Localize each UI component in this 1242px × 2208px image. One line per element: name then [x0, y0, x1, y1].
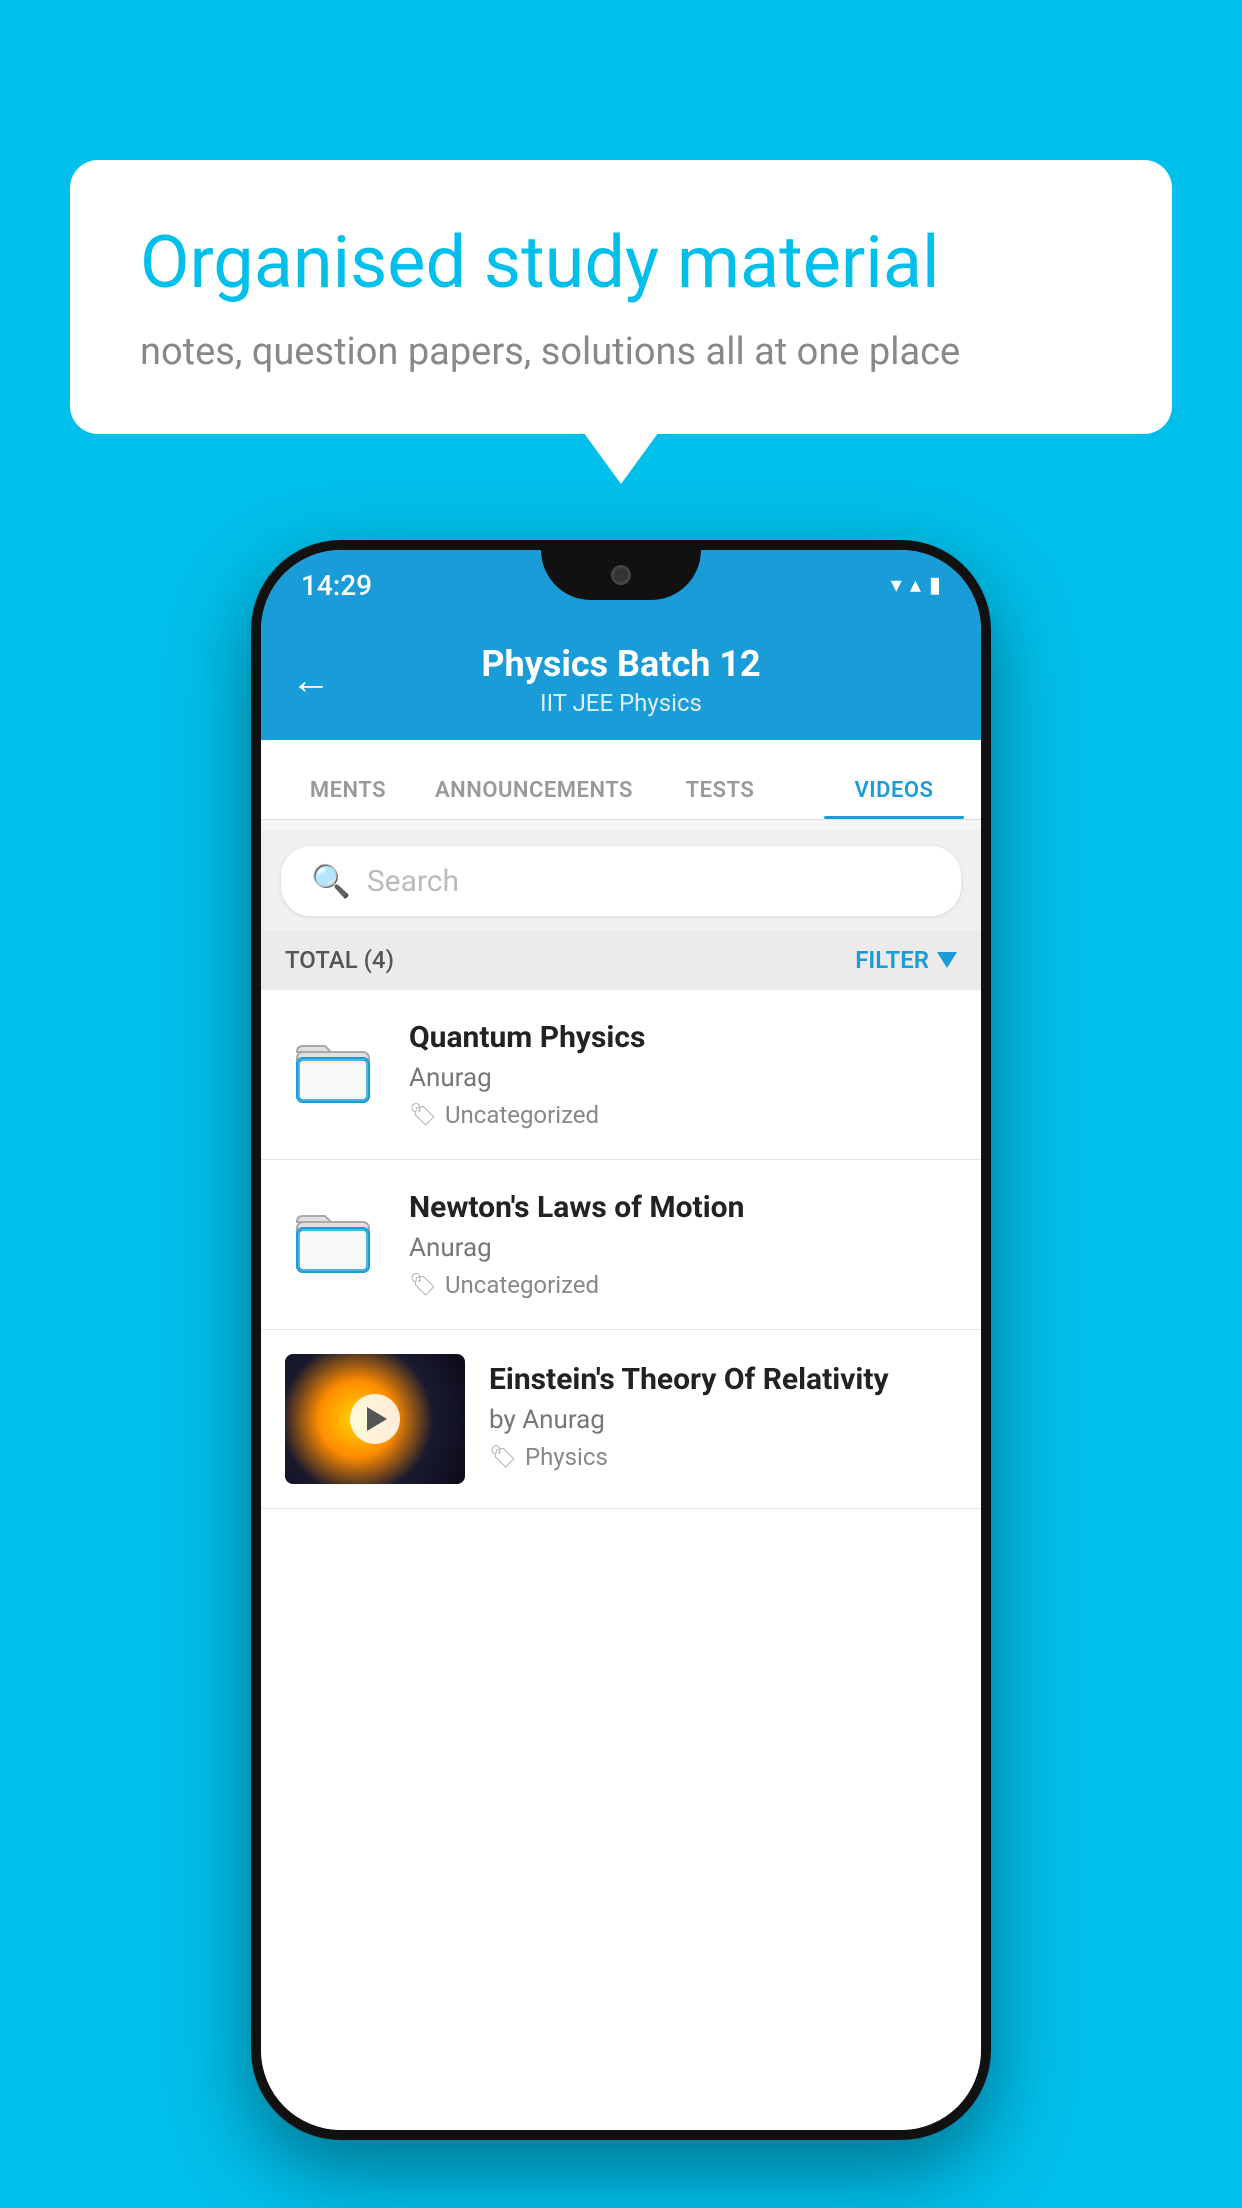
tag-label: Uncategorized — [445, 1271, 599, 1299]
signal-icon: ▴ — [910, 573, 921, 598]
video-info: Einstein's Theory Of Relativity by Anura… — [489, 1354, 957, 1471]
camera-icon — [611, 565, 631, 585]
phone-notch — [541, 550, 701, 600]
video-title: Quantum Physics — [409, 1020, 957, 1055]
tab-tests[interactable]: TESTS — [633, 778, 807, 819]
phone-frame: 14:29 ▾ ▴ ▮ ← Physics Batch 12 IIT JEE P… — [251, 540, 991, 2140]
bubble-subtitle: notes, question papers, solutions all at… — [140, 330, 1102, 374]
filter-bar: TOTAL (4) FILTER — [261, 930, 981, 990]
app-header: ← Physics Batch 12 IIT JEE Physics — [261, 620, 981, 740]
video-author: Anurag — [409, 1063, 957, 1093]
folder-thumbnail — [285, 1190, 385, 1290]
status-time: 14:29 — [301, 569, 372, 602]
filter-icon — [937, 952, 957, 968]
back-button[interactable]: ← — [291, 657, 331, 704]
list-item[interactable]: Newton's Laws of Motion Anurag 🏷 Uncateg… — [261, 1160, 981, 1330]
list-item[interactable]: Quantum Physics Anurag 🏷 Uncategorized — [261, 990, 981, 1160]
search-input[interactable]: Search — [367, 864, 459, 899]
bubble-title: Organised study material — [140, 220, 1102, 306]
video-tag: 🏷 Uncategorized — [409, 1271, 957, 1299]
folder-icon — [295, 1025, 375, 1115]
phone-screen: 14:29 ▾ ▴ ▮ ← Physics Batch 12 IIT JEE P… — [261, 550, 981, 2130]
tag-icon: 🏷 — [409, 1273, 437, 1298]
tab-videos[interactable]: VIDEOS — [807, 778, 981, 819]
video-title: Einstein's Theory Of Relativity — [489, 1362, 957, 1397]
total-count: TOTAL (4) — [285, 946, 394, 974]
filter-label: FILTER — [855, 946, 929, 974]
speech-bubble: Organised study material notes, question… — [70, 160, 1172, 434]
batch-subtitle: IIT JEE Physics — [540, 689, 702, 717]
video-author: Anurag — [409, 1233, 957, 1263]
folder-thumbnail — [285, 1020, 385, 1120]
battery-icon: ▮ — [929, 573, 941, 598]
tag-label: Uncategorized — [445, 1101, 599, 1129]
tab-ments[interactable]: MENTS — [261, 778, 435, 819]
search-container: 🔍 Search — [261, 830, 981, 932]
video-title: Newton's Laws of Motion — [409, 1190, 957, 1225]
status-icons: ▾ ▴ ▮ — [891, 573, 941, 598]
tag-icon: 🏷 — [409, 1103, 437, 1128]
play-icon — [367, 1407, 387, 1431]
search-bar[interactable]: 🔍 Search — [281, 846, 961, 916]
filter-button[interactable]: FILTER — [855, 946, 957, 974]
video-thumbnail — [285, 1354, 465, 1484]
search-icon: 🔍 — [311, 862, 351, 900]
video-info: Quantum Physics Anurag 🏷 Uncategorized — [409, 1020, 957, 1129]
batch-title: Physics Batch 12 — [481, 643, 760, 685]
video-info: Newton's Laws of Motion Anurag 🏷 Uncateg… — [409, 1190, 957, 1299]
tab-announcements[interactable]: ANNOUNCEMENTS — [435, 778, 633, 819]
video-tag: 🏷 Uncategorized — [409, 1101, 957, 1129]
play-button[interactable] — [350, 1394, 400, 1444]
list-item[interactable]: Einstein's Theory Of Relativity by Anura… — [261, 1330, 981, 1509]
tab-bar: MENTS ANNOUNCEMENTS TESTS VIDEOS — [261, 740, 981, 820]
tag-icon: 🏷 — [489, 1445, 517, 1470]
video-author: by Anurag — [489, 1405, 957, 1435]
tag-label: Physics — [525, 1443, 608, 1471]
phone-outer: 14:29 ▾ ▴ ▮ ← Physics Batch 12 IIT JEE P… — [251, 540, 991, 2140]
video-list: Quantum Physics Anurag 🏷 Uncategorized — [261, 990, 981, 2130]
video-tag: 🏷 Physics — [489, 1443, 957, 1471]
folder-icon — [295, 1195, 375, 1285]
wifi-icon: ▾ — [891, 573, 902, 598]
